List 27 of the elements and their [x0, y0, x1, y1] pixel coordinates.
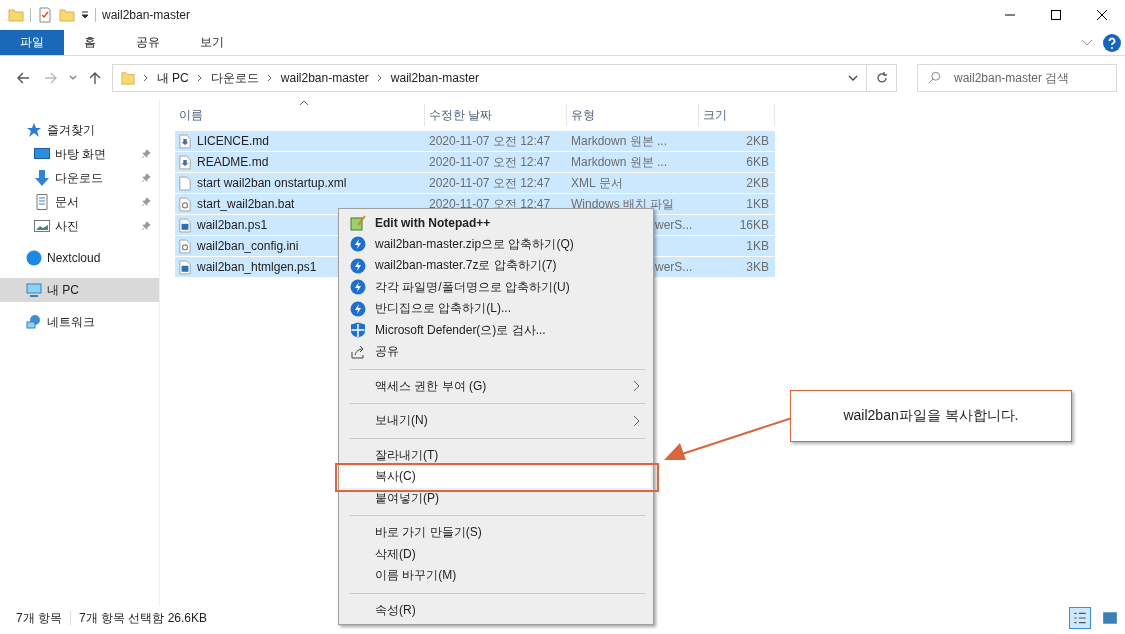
status-text: 7개 항목 선택함 26.6KB: [79, 609, 208, 627]
status-text: 7개 항목: [16, 609, 62, 627]
file-name: start wail2ban onstartup.xml: [197, 176, 347, 190]
table-cell: 2020-11-07 오전 12:47: [429, 132, 551, 150]
table-cell: 2020-11-07 오전 12:47: [429, 174, 551, 192]
table-cell: 16KB: [739, 218, 769, 232]
table-cell: 2020-11-07 오전 12:47: [429, 195, 551, 213]
table-cell: Markdown 원본 ...: [571, 132, 668, 150]
window-title: wail2ban-master: [102, 8, 191, 22]
file-name: LICENCE.md: [197, 134, 270, 148]
table-cell: werS...: [655, 218, 693, 232]
table-cell: 3KB: [746, 260, 769, 274]
table-cell: 2KB: [746, 176, 769, 190]
table-cell: Markdown 원본 ...: [571, 153, 668, 171]
file-name: wail2ban_config.ini: [197, 239, 299, 253]
table-cell: XML 문서: [571, 174, 623, 192]
table-cell: 2KB: [746, 134, 769, 148]
file-name: start_wail2ban.bat: [197, 197, 295, 211]
table-cell: werS...: [655, 260, 693, 274]
file-name: README.md: [197, 155, 269, 169]
table-cell: 2020-11-07 오전 12:47: [429, 153, 551, 171]
file-name: wail2ban.ps1: [197, 218, 268, 232]
callout: wail2ban파일을 복사합니다.: [790, 390, 1072, 442]
table-cell: 1KB: [746, 239, 769, 253]
table-cell: 1KB: [746, 197, 769, 211]
file-name: wail2ban_htmlgen.ps1: [197, 260, 317, 274]
table-cell: 6KB: [746, 155, 769, 169]
